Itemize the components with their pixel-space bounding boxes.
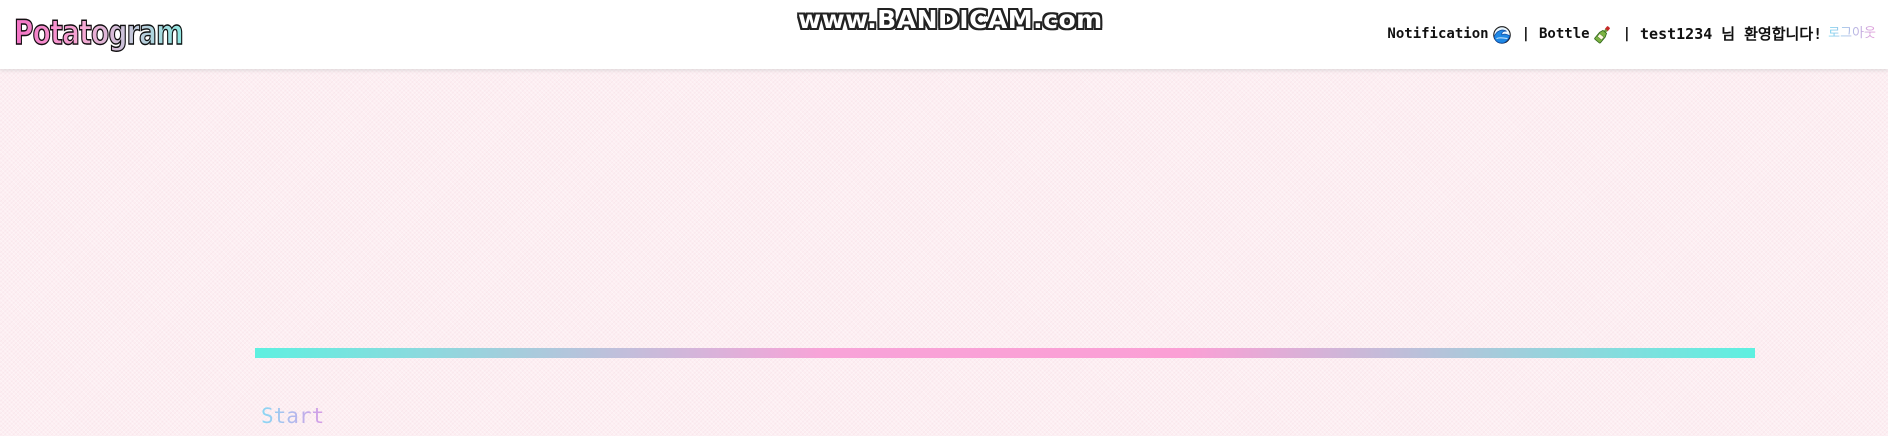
logout-link[interactable]: 로그아웃 (1828, 22, 1876, 46)
bottle-link[interactable]: Bottle (1539, 22, 1614, 46)
progress-bar (255, 348, 1755, 358)
notification-label: Notification (1387, 26, 1489, 42)
nav-separator: | (1622, 26, 1632, 42)
app-logo[interactable]: Potatogram (13, 12, 184, 53)
start-button[interactable]: Start (261, 401, 324, 431)
wave-icon (1492, 26, 1511, 44)
notification-link[interactable]: Notification (1387, 22, 1512, 46)
recording-watermark: www.BANDICAM.com (798, 5, 1103, 34)
bottle-icon (1593, 26, 1610, 44)
welcome-message: test1234 님 환영합니다! (1640, 25, 1823, 43)
header-nav: Notification | Bottle | test1234 님 환영합니다… (1387, 22, 1876, 46)
bottle-label: Bottle (1539, 26, 1590, 42)
page: Potatogram www.BANDICAM.com Notification… (0, 0, 1888, 436)
nav-separator: | (1521, 26, 1530, 42)
top-header: Potatogram www.BANDICAM.com Notification… (0, 0, 1888, 69)
